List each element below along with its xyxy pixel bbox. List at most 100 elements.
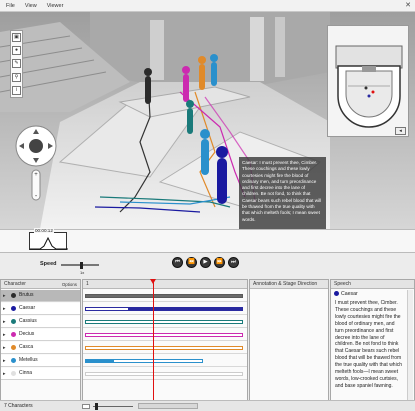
speed-label: Speed — [40, 261, 57, 267]
expand-icon[interactable]: ▸ — [3, 319, 6, 325]
camera-icon[interactable]: ▣ — [12, 33, 21, 43]
speaker-name: Caesar — [341, 291, 358, 297]
figure-icon[interactable]: ⚲ — [12, 72, 21, 82]
menu-viewer[interactable]: Viewer — [47, 3, 64, 9]
character-name: Decius — [19, 331, 35, 337]
speech-bubble-overlay: Caesar: I must prevent thee, Cimber. The… — [239, 157, 326, 229]
character-color-dot — [11, 371, 16, 376]
character-lane[interactable] — [83, 368, 247, 380]
character-color-dot — [11, 345, 16, 350]
annotation-panel[interactable]: Annotation & Stage Direction — [249, 279, 329, 411]
character-lane[interactable] — [83, 290, 247, 302]
expand-icon[interactable]: ▸ — [3, 345, 6, 351]
character-lane[interactable] — [83, 316, 247, 328]
timeline-lanes-panel[interactable]: 1 — [82, 279, 248, 411]
speaker-color-dot — [334, 291, 339, 297]
character-name: Casca — [19, 344, 34, 350]
speech-segment[interactable] — [85, 333, 243, 337]
speech-scrollbar[interactable] — [407, 290, 413, 408]
column — [275, 17, 285, 77]
expand-icon[interactable]: ▸ — [3, 306, 6, 312]
speed-value: 1x — [80, 270, 85, 275]
options-button[interactable]: Options — [62, 280, 77, 289]
character-name: Cassius — [19, 318, 37, 324]
character-lane[interactable] — [83, 355, 247, 367]
character-row[interactable]: ▸ Brutus — [1, 290, 80, 302]
character-name: Cinna — [19, 370, 33, 376]
minimap-toggle-button[interactable]: ◂ — [395, 127, 406, 135]
expand-icon[interactable]: ▸ — [3, 332, 6, 338]
menu-view[interactable]: View — [25, 3, 37, 9]
speed-slider-knob[interactable] — [80, 262, 83, 269]
character-name: Caesar — [19, 305, 36, 311]
zoom-control[interactable]: + - — [31, 169, 41, 201]
speech-segment[interactable] — [85, 294, 243, 298]
character-row[interactable]: ▸ Caesar — [1, 303, 80, 315]
speech-segment[interactable] — [113, 359, 203, 363]
expand-icon[interactable]: ▸ — [3, 358, 6, 364]
time-window-handle[interactable] — [29, 232, 68, 250]
character-color-dot — [11, 306, 16, 311]
expand-icon[interactable]: ▸ — [3, 371, 6, 377]
stage-minimap[interactable] — [327, 25, 409, 137]
speech-segment[interactable] — [85, 372, 243, 376]
navigation-control[interactable] — [15, 125, 57, 167]
speech-text: I must prevent thee, Cimber. These couch… — [335, 300, 402, 389]
speech-header: Speech — [331, 280, 414, 289]
timeline-hscroll[interactable] — [138, 403, 198, 409]
character-color-dot — [11, 358, 16, 363]
character-header-label: Character — [4, 281, 26, 287]
speech-segment[interactable] — [85, 346, 243, 350]
character-color-dot — [11, 332, 16, 337]
speaker-label: Caesar — [334, 291, 358, 297]
character-color-dot — [11, 319, 16, 324]
speech-segment[interactable] — [85, 307, 129, 311]
character-lane[interactable] — [83, 342, 247, 354]
speech-segment[interactable] — [85, 320, 243, 324]
character-color-dot — [11, 293, 16, 298]
character-panel-header: Character Options — [1, 280, 80, 289]
minimap-plan — [330, 28, 408, 136]
info-icon[interactable]: i — [12, 85, 21, 95]
app-window: File View Viewer ✕ + - ▣ ● ✎ ⚲ i Caesar:… — [0, 0, 415, 411]
zoom-out-icon[interactable] — [82, 404, 90, 409]
menu-bar: File View Viewer — [0, 0, 415, 12]
character-name: Metellus — [19, 357, 38, 363]
annotation-header: Annotation & Stage Direction — [250, 280, 328, 289]
skip-back-button[interactable]: ⏮ — [172, 257, 183, 268]
back-wall — [90, 12, 330, 87]
column — [250, 17, 264, 81]
character-panel: Character Options ▸ Brutus ▸ Caesar ▸ Cassius… — [0, 279, 81, 411]
timeline-zoom-slider[interactable] — [93, 406, 133, 407]
status-footer: 7 Characters — [0, 400, 415, 411]
character-row[interactable]: ▸ Metellus — [1, 355, 80, 367]
character-lane[interactable] — [83, 329, 247, 341]
speech-panel: Speech Caesar I must prevent thee, Cimbe… — [330, 279, 415, 411]
playhead-line[interactable] — [153, 279, 154, 400]
close-window-icon[interactable]: ✕ — [405, 1, 411, 9]
character-row[interactable]: ▸ Cinna — [1, 368, 80, 380]
time-window-wave — [30, 236, 68, 250]
edit-icon[interactable]: ✎ — [12, 59, 21, 69]
play-button[interactable]: ▶ — [200, 257, 211, 268]
timeline-ruler: 1 — [83, 280, 247, 289]
character-row[interactable]: ▸ Decius — [1, 329, 80, 341]
ruler-marker: 1 — [86, 281, 89, 287]
character-name: Brutus — [19, 292, 34, 298]
menu-file[interactable]: File — [6, 3, 15, 9]
timeline-zoom-knob[interactable] — [95, 403, 98, 410]
current-time-label: 00:00:12 — [34, 228, 54, 233]
svg-text:+: + — [34, 172, 38, 178]
character-row[interactable]: ▸ Cassius — [1, 316, 80, 328]
character-row[interactable]: ▸ Casca — [1, 342, 80, 354]
viewport-toolbar: ▣ ● ✎ ⚲ i — [10, 30, 23, 98]
skip-forward-button[interactable]: ⏭ — [228, 257, 239, 268]
expand-icon[interactable]: ▸ — [3, 293, 6, 299]
fast-forward-button[interactable]: ⏩ — [214, 257, 225, 268]
character-count: 7 Characters — [4, 403, 33, 409]
character-lane[interactable] — [83, 303, 247, 315]
record-icon[interactable]: ● — [12, 46, 21, 56]
speech-segment[interactable] — [129, 307, 243, 311]
rewind-button[interactable]: ⏪ — [186, 257, 197, 268]
speech-segment[interactable] — [85, 359, 113, 363]
